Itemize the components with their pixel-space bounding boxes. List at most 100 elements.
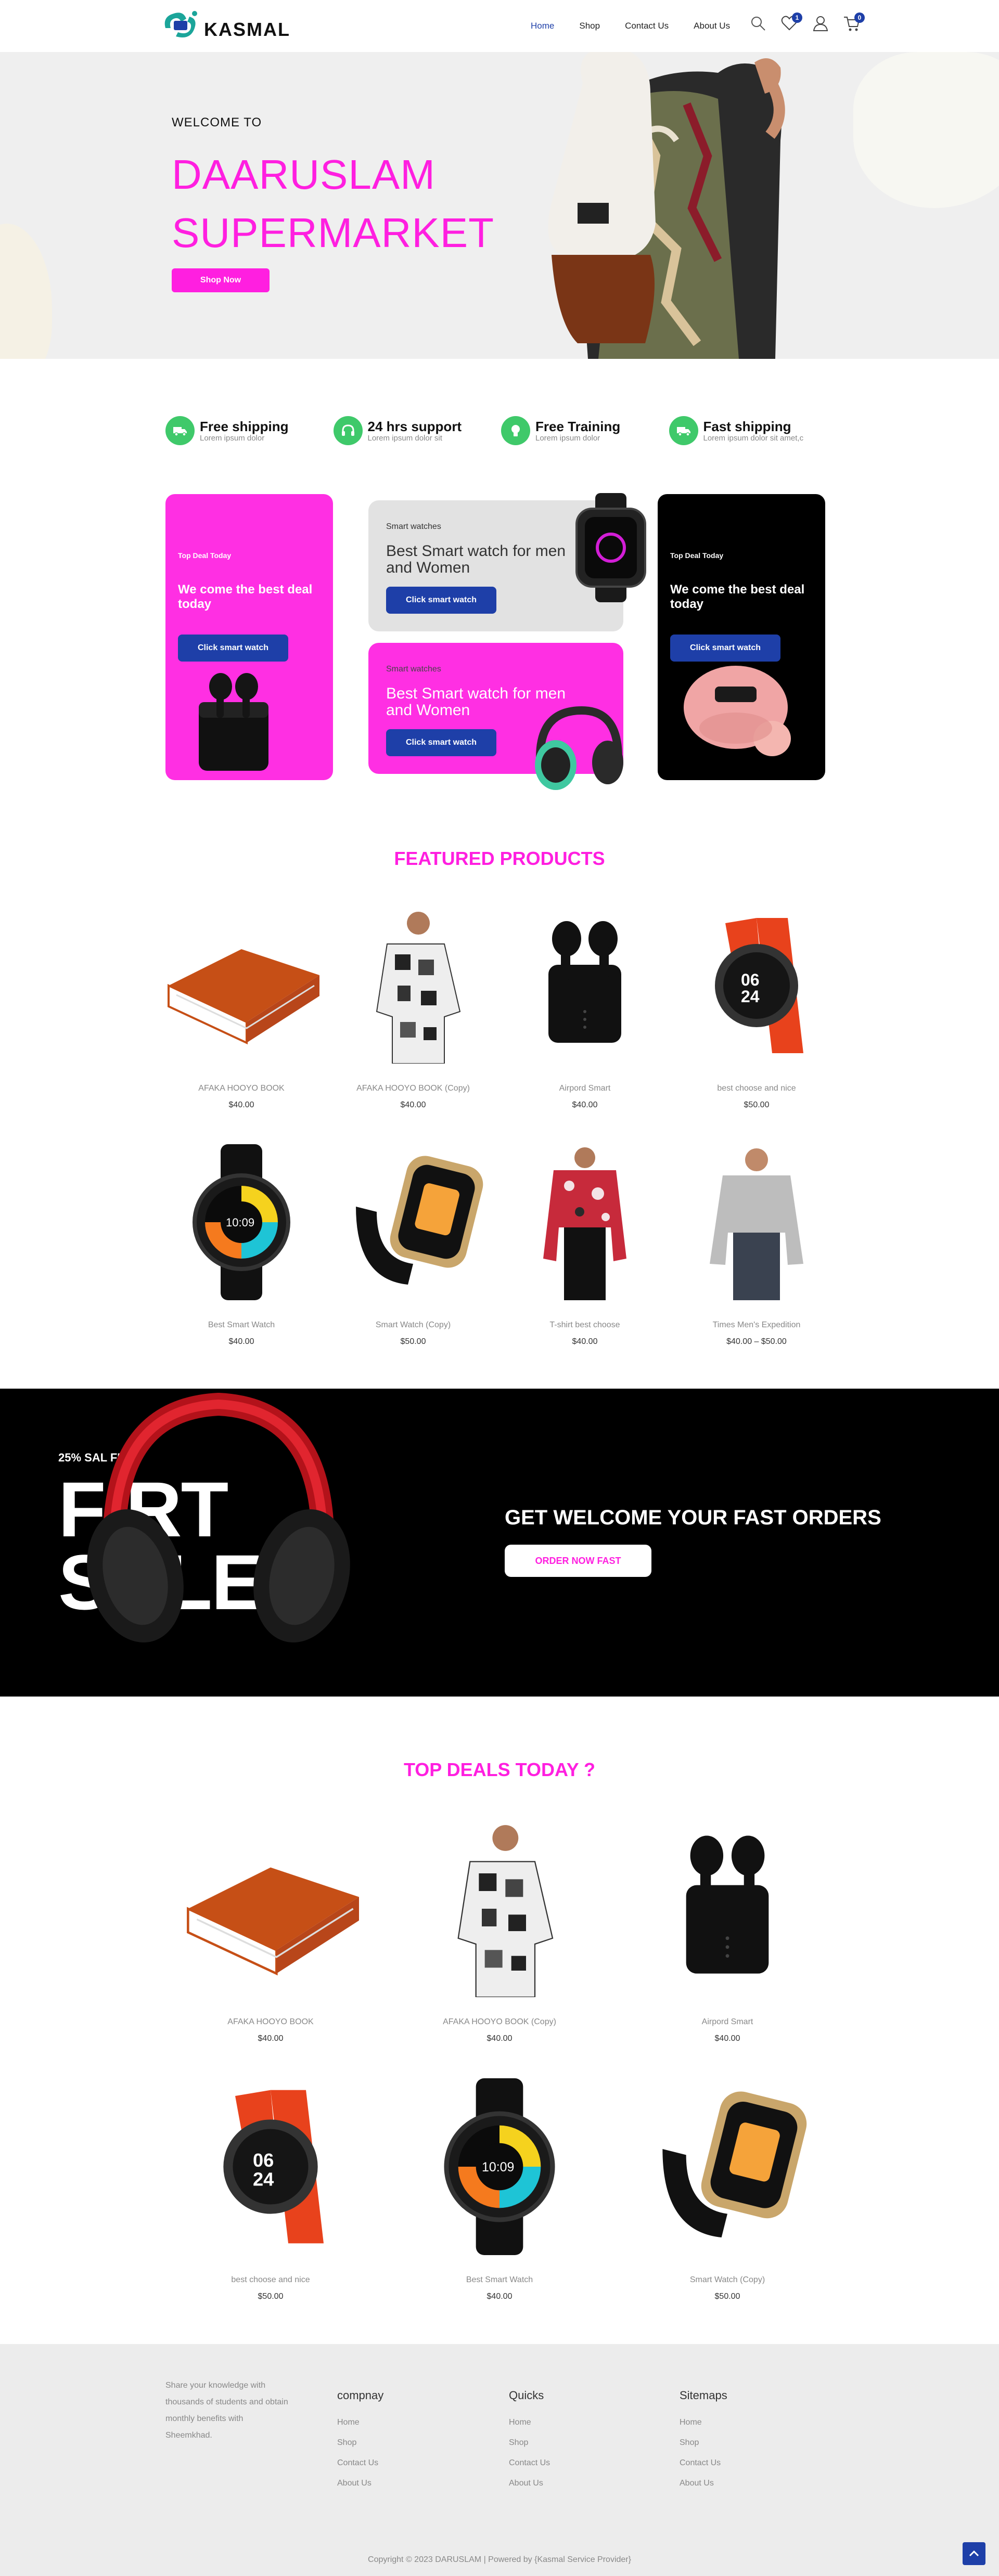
product-card[interactable]: Airpord Smart $40.00 <box>507 908 663 1110</box>
cart-icon[interactable]: 0 <box>843 12 865 32</box>
top-deals-title: TOP DEALS TODAY ? <box>403 1759 596 1780</box>
copyright-text: Copyright © 2023 DARUSLAM | Powered by {… <box>368 2555 631 2564</box>
product-card[interactable]: AFAKA HOOYO BOOK $40.00 <box>182 1820 359 2043</box>
nav-shop[interactable]: Shop <box>579 21 600 31</box>
product-image-watch-round: 10:09 <box>193 1144 290 1300</box>
product-card[interactable]: Times Men's Expedition $40.00 – $50.00 <box>678 1144 835 1347</box>
product-name[interactable]: best choose and nice <box>182 2275 359 2285</box>
footer-link-about[interactable]: About Us <box>509 2479 550 2488</box>
flash-sale-banner: 25% SAL FL FIRT SALE GET WELCOME YOUR FA… <box>0 1389 999 1697</box>
footer-link-shop[interactable]: Shop <box>337 2438 383 2448</box>
promo-label: Top Deal Today <box>670 551 724 560</box>
wishlist-icon[interactable]: 1 <box>780 12 802 32</box>
product-card[interactable]: Smart Watch (Copy) $50.00 <box>639 2078 816 2301</box>
product-price: $40.00 <box>486 2292 513 2301</box>
feature-subtitle: Lorem ipsum dolor sit <box>367 433 442 443</box>
product-name[interactable]: Best Smart Watch <box>411 2275 588 2285</box>
feature-item: Free shipping Lorem ipsum dolor <box>165 416 334 445</box>
product-name[interactable]: T-shirt best choose <box>507 1321 663 1330</box>
order-now-button[interactable]: ORDER NOW FAST <box>505 1545 651 1577</box>
headphones-image <box>535 706 623 790</box>
svg-text:06: 06 <box>741 970 760 989</box>
feature-subtitle: Lorem ipsum dolor <box>200 433 265 443</box>
product-price: $40.00 <box>714 2034 740 2043</box>
product-name[interactable]: AFAKA HOOYO BOOK (Copy) <box>411 2017 588 2027</box>
shop-now-button[interactable]: Shop Now <box>172 268 270 292</box>
footer-link-shop[interactable]: Shop <box>680 2438 727 2448</box>
click-smart-watch-button[interactable]: Click smart watch <box>386 729 496 756</box>
product-image-watch-orange: 06 24 <box>715 918 803 1053</box>
scroll-to-top-button[interactable] <box>963 2542 985 2565</box>
promo-headline: We come the best deal today <box>670 582 805 611</box>
footer-link-home[interactable]: Home <box>337 2418 383 2427</box>
product-card[interactable]: Airpord Smart $40.00 <box>639 1820 816 2043</box>
product-card[interactable]: AFAKA HOOYO BOOK (Copy) $40.00 <box>335 908 491 1110</box>
product-card[interactable]: Smart Watch (Copy) $50.00 <box>335 1144 491 1347</box>
footer-link-home[interactable]: Home <box>509 2418 550 2427</box>
product-price: $40.00 <box>228 1101 254 1109</box>
hero-title-line: SUPERMARKET <box>172 210 494 256</box>
product-image-watch-square <box>662 2091 807 2237</box>
sale-headline: GET WELCOME YOUR FAST ORDERS <box>505 1506 881 1529</box>
product-price: $50.00 <box>744 1101 770 1109</box>
hero-decor-blob <box>0 224 52 359</box>
footer-column-quicks: Quicks Home Shop Contact Us About Us <box>509 2389 550 2499</box>
footer-column-title: Sitemaps <box>680 2389 727 2402</box>
promo-card-headphones: Smart watches Best Smart watch for men a… <box>368 643 623 790</box>
main-nav: Home Shop Contact Us About Us <box>531 21 755 31</box>
svg-text:10:09: 10:09 <box>482 2160 514 2174</box>
product-card[interactable]: T-shirt best choose $40.00 <box>507 1144 663 1347</box>
promo-headline: Best Smart watch for men and Women <box>386 542 566 576</box>
search-icon[interactable] <box>749 15 767 32</box>
features-row: Free shipping Lorem ipsum dolor 24 hrs s… <box>165 416 837 445</box>
product-card[interactable]: 06 24 best choose and nice $50.00 <box>182 2078 359 2301</box>
footer-link-about[interactable]: About Us <box>337 2479 383 2488</box>
footer-link-contact[interactable]: Contact Us <box>509 2458 550 2468</box>
logo[interactable]: KASMAL <box>160 7 290 41</box>
product-name[interactable]: Best Smart Watch <box>163 1321 319 1330</box>
footer-link-shop[interactable]: Shop <box>509 2438 550 2448</box>
feature-item: Free Training Lorem ipsum dolor <box>501 416 669 445</box>
site-footer: Share your knowledge with thousands of s… <box>0 2344 999 2576</box>
arrow-up-icon <box>969 2550 979 2557</box>
svg-text:10:09: 10:09 <box>226 1216 254 1229</box>
product-image-watch-round: 10:09 <box>444 2078 555 2255</box>
product-name[interactable]: Smart Watch (Copy) <box>639 2275 816 2285</box>
feature-title: Fast shipping <box>703 418 791 434</box>
product-name[interactable]: AFAKA HOOYO BOOK <box>163 1084 319 1093</box>
footer-link-contact[interactable]: Contact Us <box>680 2458 727 2468</box>
feature-title: 24 hrs support <box>367 418 462 434</box>
footer-column-company: compnay Home Shop Contact Us About Us <box>337 2389 383 2499</box>
product-card[interactable]: AFAKA HOOYO BOOK (Copy) $40.00 <box>411 1820 588 2043</box>
product-card[interactable]: 10:09 Best Smart Watch $40.00 <box>163 1144 319 1347</box>
nav-about[interactable]: About Us <box>694 21 730 31</box>
click-smart-watch-button[interactable]: Click smart watch <box>386 587 496 614</box>
svg-text:06: 06 <box>253 2150 274 2171</box>
footer-column-title: compnay <box>337 2389 384 2402</box>
user-icon[interactable] <box>812 15 829 32</box>
product-price: $40.00 <box>228 1337 254 1346</box>
product-price: $40.00 <box>572 1337 598 1346</box>
product-name[interactable]: AFAKA HOOYO BOOK <box>182 2017 359 2027</box>
feature-title: Free Training <box>535 418 621 434</box>
product-name[interactable]: Times Men's Expedition <box>678 1321 835 1330</box>
product-name[interactable]: Airpord Smart <box>507 1084 663 1093</box>
product-name[interactable]: Airpord Smart <box>639 2017 816 2027</box>
footer-link-about[interactable]: About Us <box>680 2479 727 2488</box>
click-smart-watch-button[interactable]: Click smart watch <box>178 635 288 662</box>
product-name[interactable]: best choose and nice <box>678 1084 835 1093</box>
product-price: $40.00 <box>400 1101 426 1109</box>
site-header: KASMAL Home Shop Contact Us About Us 1 0 <box>0 0 999 52</box>
product-card[interactable]: 06 24 best choose and nice $50.00 <box>678 908 835 1110</box>
product-name[interactable]: AFAKA HOOYO BOOK (Copy) <box>335 1084 491 1093</box>
product-card[interactable]: 10:09 Best Smart Watch $40.00 <box>411 2078 588 2301</box>
footer-link-home[interactable]: Home <box>680 2418 727 2427</box>
product-image-airpods <box>548 921 621 1043</box>
product-card[interactable]: AFAKA HOOYO BOOK $40.00 <box>163 908 319 1110</box>
product-name[interactable]: Smart Watch (Copy) <box>335 1321 491 1330</box>
promo-card-smartwatch: Smart watches Best Smart watch for men a… <box>368 493 646 631</box>
nav-home[interactable]: Home <box>531 21 554 31</box>
footer-link-contact[interactable]: Contact Us <box>337 2458 383 2468</box>
nav-contact[interactable]: Contact Us <box>625 21 669 31</box>
footer-about-text: Share your knowledge with thousands of s… <box>165 2381 288 2440</box>
